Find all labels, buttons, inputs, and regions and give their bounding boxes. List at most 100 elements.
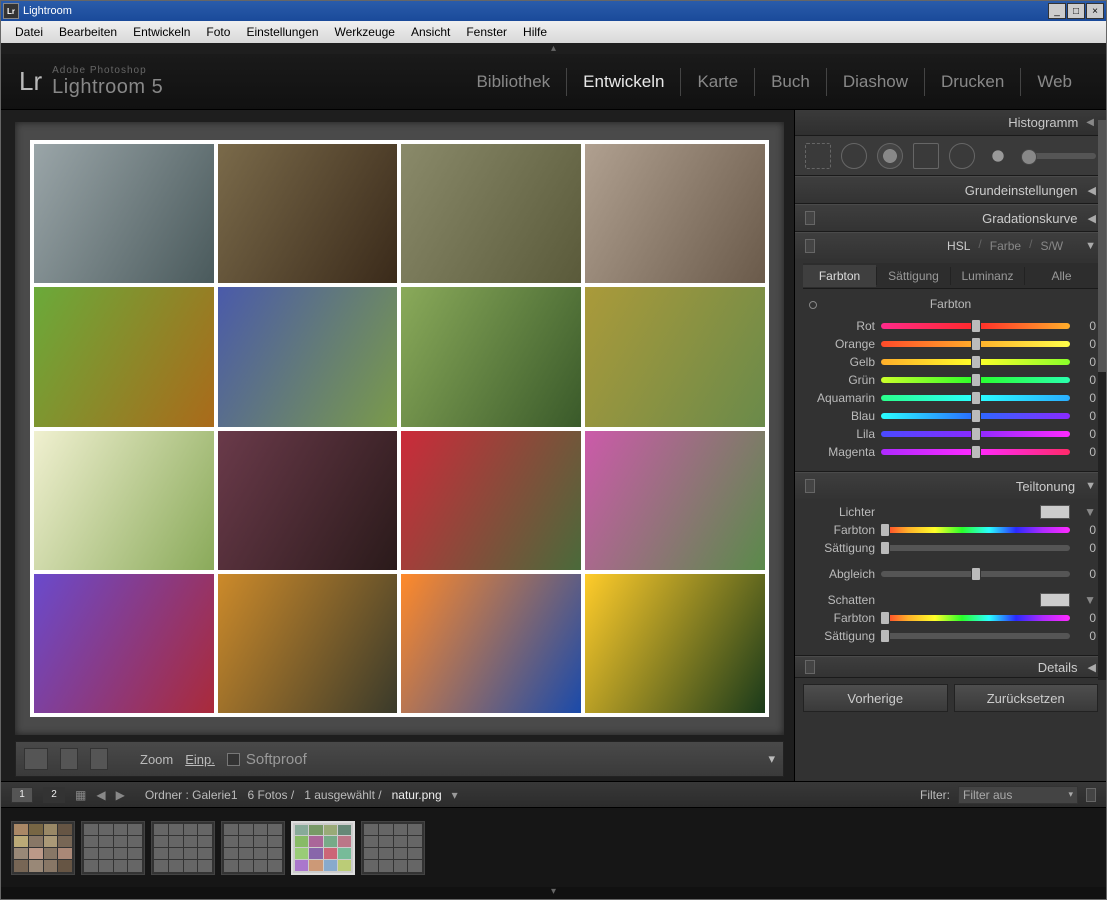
panel-switch-icon[interactable] [805, 239, 815, 253]
preview-canvas[interactable] [15, 122, 784, 735]
hue-gruen-slider[interactable] [881, 377, 1070, 383]
menu-foto[interactable]: Foto [198, 23, 238, 41]
module-web[interactable]: Web [1021, 68, 1088, 96]
loupe-view-button[interactable] [24, 748, 48, 770]
histogram-header[interactable]: Histogramm ◀ [795, 110, 1106, 136]
hue-rot-value[interactable]: 0 [1076, 319, 1096, 333]
menu-bearbeiten[interactable]: Bearbeiten [51, 23, 125, 41]
redeye-tool-icon[interactable] [877, 143, 903, 169]
split-balance-value[interactable]: 0 [1076, 567, 1096, 581]
close-button[interactable]: × [1086, 3, 1104, 19]
hue-rot-slider[interactable] [881, 323, 1070, 329]
brush-size-slider[interactable] [1021, 153, 1096, 159]
spot-tool-icon[interactable] [841, 143, 867, 169]
split-s-farbton-value[interactable]: 0 [1076, 611, 1096, 625]
subtab-farbton[interactable]: Farbton [803, 265, 876, 287]
hsl-tab-farbe[interactable]: Farbe [988, 237, 1023, 255]
filmstrip-thumb[interactable] [221, 821, 285, 875]
screen-1-button[interactable]: 1 [11, 787, 33, 803]
panel-switch-icon[interactable] [805, 479, 815, 493]
toolbar-menu-caret[interactable]: ▾ [768, 751, 775, 767]
module-karte[interactable]: Karte [681, 68, 755, 96]
filter-lock-icon[interactable] [1086, 788, 1096, 802]
filmstrip-thumb[interactable] [361, 821, 425, 875]
split-s-farbton-slider[interactable] [881, 615, 1070, 621]
split-balance-slider[interactable] [881, 571, 1070, 577]
hue-gruen-value[interactable]: 0 [1076, 373, 1096, 387]
menu-werkzeuge[interactable]: Werkzeuge [327, 23, 403, 41]
hue-aqua-slider[interactable] [881, 395, 1070, 401]
split-h-sat-value[interactable]: 0 [1076, 541, 1096, 555]
module-diashow[interactable]: Diashow [827, 68, 925, 96]
maximize-button[interactable]: □ [1067, 3, 1085, 19]
filmstrip-thumb-selected[interactable] [291, 821, 355, 875]
module-drucken[interactable]: Drucken [925, 68, 1021, 96]
hue-aqua-value[interactable]: 0 [1076, 391, 1096, 405]
hue-magenta-slider[interactable] [881, 449, 1070, 455]
hue-orange-slider[interactable] [881, 341, 1070, 347]
minimize-button[interactable]: _ [1048, 3, 1066, 19]
hue-blau-value[interactable]: 0 [1076, 409, 1096, 423]
panel-scrollbar[interactable] [1098, 120, 1106, 680]
hsl-panel-header[interactable]: HSL / Farbe / S/W ▼ [795, 233, 1106, 259]
softproof-checkbox[interactable] [227, 753, 240, 766]
subtab-saettigung[interactable]: Sättigung [877, 265, 950, 287]
before-after-y-button[interactable] [60, 748, 78, 770]
split-h-farbton-value[interactable]: 0 [1076, 523, 1096, 537]
hue-lila-slider[interactable] [881, 431, 1070, 437]
subtab-alle[interactable]: Alle [1025, 265, 1098, 287]
shadows-swatch[interactable] [1040, 593, 1070, 607]
brush-tool-icon[interactable] [985, 143, 1011, 169]
hue-lila-value[interactable]: 0 [1076, 427, 1096, 441]
reset-button[interactable]: Zurücksetzen [954, 684, 1099, 712]
module-entwickeln[interactable]: Entwickeln [567, 68, 681, 96]
basic-panel-header[interactable]: Grundeinstellungen ◀ [795, 177, 1106, 203]
screen-2-button[interactable]: 2 [43, 787, 65, 803]
hue-orange-value[interactable]: 0 [1076, 337, 1096, 351]
split-s-sat-slider[interactable] [881, 633, 1070, 639]
split-h-farbton-slider[interactable] [881, 527, 1070, 533]
highlights-swatch[interactable] [1040, 505, 1070, 519]
radial-tool-icon[interactable] [949, 143, 975, 169]
hue-gelb-value[interactable]: 0 [1076, 355, 1096, 369]
menu-einstellungen[interactable]: Einstellungen [238, 23, 326, 41]
target-adjust-icon[interactable] [809, 301, 817, 309]
module-buch[interactable]: Buch [755, 68, 827, 96]
chevron-down-icon[interactable]: ▼ [1076, 505, 1096, 519]
filter-select[interactable]: Filter aus ▾ [958, 786, 1078, 804]
hue-gelb-slider[interactable] [881, 359, 1070, 365]
crop-tool-icon[interactable] [805, 143, 831, 169]
gradient-tool-icon[interactable] [913, 143, 939, 169]
split-toning-header[interactable]: Teiltonung ▼ [795, 473, 1106, 499]
hsl-tab-sw[interactable]: S/W [1038, 237, 1065, 255]
menu-datei[interactable]: Datei [7, 23, 51, 41]
previous-button[interactable]: Vorherige [803, 684, 948, 712]
tonecurve-panel-header[interactable]: Gradationskurve ◀ [795, 205, 1106, 231]
path-dropdown-icon[interactable]: ▾ [452, 788, 458, 802]
before-after-y2-button[interactable] [90, 748, 108, 770]
filmstrip-thumb[interactable] [151, 821, 215, 875]
split-s-sat-value[interactable]: 0 [1076, 629, 1096, 643]
hsl-tab-hsl[interactable]: HSL [945, 237, 972, 255]
chevron-down-icon[interactable]: ▼ [1076, 593, 1096, 607]
hue-blau-slider[interactable] [881, 413, 1070, 419]
panel-switch-icon[interactable] [805, 660, 815, 674]
menu-entwickeln[interactable]: Entwickeln [125, 23, 198, 41]
subtab-luminanz[interactable]: Luminanz [951, 265, 1024, 287]
filmstrip[interactable] [1, 807, 1106, 887]
nav-next-icon[interactable]: ▶ [116, 788, 125, 802]
menu-hilfe[interactable]: Hilfe [515, 23, 555, 41]
details-panel-header[interactable]: Details ◀ [795, 657, 1106, 677]
split-h-sat-slider[interactable] [881, 545, 1070, 551]
bottom-panel-toggle[interactable]: ▾ [1, 887, 1106, 899]
hue-magenta-value[interactable]: 0 [1076, 445, 1096, 459]
filmstrip-thumb[interactable] [81, 821, 145, 875]
grid-icon[interactable]: ▦ [75, 788, 86, 802]
filmstrip-thumb[interactable] [11, 821, 75, 875]
menu-ansicht[interactable]: Ansicht [403, 23, 458, 41]
module-bibliothek[interactable]: Bibliothek [460, 68, 567, 96]
panel-switch-icon[interactable] [805, 211, 815, 225]
menu-fenster[interactable]: Fenster [458, 23, 515, 41]
nav-prev-icon[interactable]: ◀ [96, 788, 105, 802]
top-panel-toggle[interactable]: ▴ [1, 43, 1106, 54]
